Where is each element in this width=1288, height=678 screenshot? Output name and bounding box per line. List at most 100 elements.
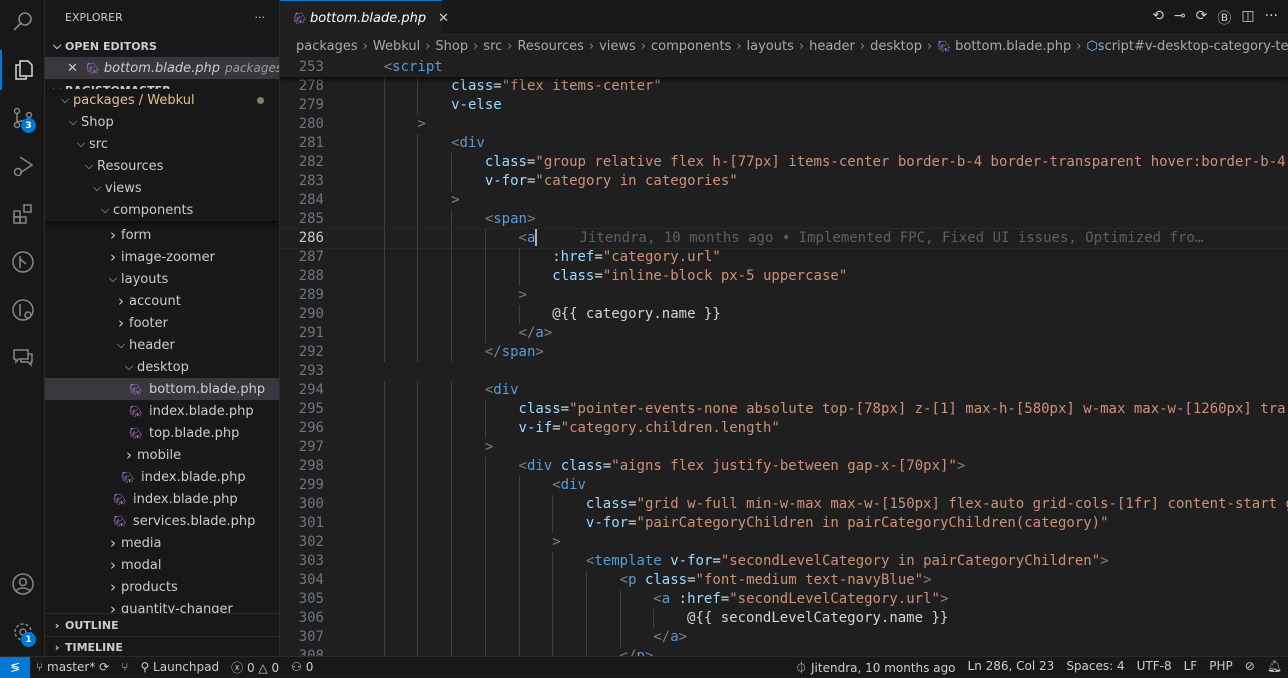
tree-file[interactable]: 🐘︎ services.blade.php xyxy=(45,510,279,532)
tree-folder[interactable]: ⌵ Resources xyxy=(45,155,279,177)
code-line[interactable]: 299 < div xyxy=(280,476,1288,495)
code-line[interactable]: 283 v-for = "category in categories" xyxy=(280,172,1288,191)
indentation[interactable]: Spaces: 4 xyxy=(1060,659,1130,676)
breadcrumb-item[interactable]: Shop xyxy=(435,39,468,54)
tree-folder[interactable]: › products xyxy=(45,576,279,598)
code-line[interactable]: 294 < div xyxy=(280,381,1288,400)
gitlens-commit-icon[interactable]: ⊸ xyxy=(1174,8,1186,28)
run-debug-icon[interactable] xyxy=(0,146,45,186)
tree-folder[interactable]: › footer xyxy=(45,312,279,334)
blame-status[interactable]: ⏀ Jitendra, 10 months ago xyxy=(789,659,961,676)
tree-folder[interactable]: ⌵ packages / Webkul xyxy=(45,89,279,111)
outline-section[interactable]: › OUTLINE xyxy=(45,614,279,636)
gitlens-previous-change-icon[interactable]: ⟲ xyxy=(1152,8,1164,28)
code-line[interactable]: 307 </a > xyxy=(280,628,1288,647)
code-line[interactable]: 291 </a > xyxy=(280,324,1288,343)
tree-folder[interactable]: ⌵ src xyxy=(45,133,279,155)
tree-folder[interactable]: › quantity-changer xyxy=(45,598,279,613)
explorer-icon[interactable] xyxy=(0,50,45,90)
tree-file[interactable]: 🐘︎ top.blade.php xyxy=(45,422,279,444)
breadcrumb-item[interactable]: script#v-desktop-category-template xyxy=(1098,39,1288,54)
tree-folder[interactable]: › modal xyxy=(45,554,279,576)
breadcrumb-item[interactable]: packages xyxy=(296,39,358,54)
extensions-icon[interactable] xyxy=(0,194,45,234)
accounts-icon[interactable] xyxy=(0,564,45,604)
sync-icon[interactable]: ⟳ xyxy=(99,660,109,674)
breadcrumb-item[interactable]: components xyxy=(651,39,731,54)
breadcrumb-item[interactable]: layouts xyxy=(747,39,794,54)
source-control-icon[interactable]: 3 xyxy=(0,98,45,138)
tree-folder[interactable]: ⌵ desktop xyxy=(45,356,279,378)
code-line[interactable]: 253 < script xyxy=(280,58,1288,77)
tree-folder[interactable]: ⌵ Shop xyxy=(45,111,279,133)
tree-folder[interactable]: › account xyxy=(45,290,279,312)
tree-folder[interactable]: ⌵ header xyxy=(45,334,279,356)
remote-indicator-icon[interactable]: ≶ xyxy=(0,656,30,678)
notifications-bell-icon[interactable]: 🔔︎ xyxy=(1261,659,1288,676)
timeline-section[interactable]: › TIMELINE xyxy=(45,636,279,656)
end-of-line[interactable]: LF xyxy=(1178,659,1204,676)
tree-file[interactable]: 🐘︎ index.blade.php xyxy=(45,466,279,488)
code-line[interactable]: 298 < div class = "aigns flex justify-betwee… xyxy=(280,457,1288,476)
copilot-icon[interactable]: ⊘ xyxy=(1239,659,1261,676)
tree-folder[interactable]: ⌵ views xyxy=(45,177,279,199)
code-line[interactable]: 306 @{{ secondLevelCategory.name }} xyxy=(280,609,1288,628)
tree-folder[interactable]: › mobile xyxy=(45,444,279,466)
settings-gear-icon[interactable]: 1 xyxy=(0,612,45,652)
code-line[interactable]: 308 </p > xyxy=(280,647,1288,656)
tree-folder[interactable]: › media xyxy=(45,532,279,554)
comments-icon[interactable] xyxy=(0,338,45,378)
code-line[interactable]: 303 < template v-for = "secondLevelCategory … xyxy=(280,552,1288,571)
code-line[interactable]: 282 class = "group relative flex h-[77px] i… xyxy=(280,153,1288,172)
open-editor-item[interactable]: ✕🐘︎bottom.blade.phppackages... xyxy=(45,57,279,79)
breadcrumb-item[interactable]: src xyxy=(483,39,502,54)
code-line[interactable]: 295 class = "pointer-events-none absolute t… xyxy=(280,400,1288,419)
code-line[interactable]: 292 </span > xyxy=(280,343,1288,362)
code-line[interactable]: 280 > xyxy=(280,115,1288,134)
code-line[interactable]: 305 < a :href = "secondLevelCategory.url" > xyxy=(280,590,1288,609)
problems-button[interactable]: ⓧ 0 △ 0 xyxy=(225,659,285,676)
split-editor-icon[interactable]: ◫ xyxy=(1241,8,1254,28)
code-line[interactable]: 300 class = "grid w-full min-w-max max-w-[1… xyxy=(280,495,1288,514)
breadcrumb-item[interactable]: desktop xyxy=(870,39,922,54)
code-line[interactable]: 288 class = "inline-block px-5 uppercase" xyxy=(280,267,1288,286)
open-editors-section[interactable]: ⌵ OPEN EDITORS xyxy=(45,35,279,57)
more-actions-icon[interactable]: ··· xyxy=(1265,8,1278,28)
tree-folder[interactable]: › image-zoomer xyxy=(45,246,279,268)
code-line[interactable]: 293 xyxy=(280,362,1288,381)
breadcrumb-item[interactable]: bottom.blade.php xyxy=(955,39,1071,54)
tree-folder[interactable]: ⌵ components xyxy=(45,199,279,221)
gitlens-inspect-icon[interactable] xyxy=(0,290,45,330)
close-icon[interactable]: ✕ xyxy=(67,61,78,76)
close-tab-button[interactable]: ✕ xyxy=(438,11,449,26)
code-line[interactable]: 279 v-else xyxy=(280,96,1288,115)
inline-blame[interactable]: Jitendra, 10 months ago • Implemented FP… xyxy=(580,229,1204,248)
breadcrumb-item[interactable]: Webkul xyxy=(373,39,420,54)
code-line[interactable]: 287:href = "category.url" xyxy=(280,248,1288,267)
code-line[interactable]: 278 class = "flex items-center" xyxy=(280,77,1288,96)
code-line[interactable]: 304 < p class = "font-medium text-navyBlue" > xyxy=(280,571,1288,590)
code-line[interactable]: 284 > xyxy=(280,191,1288,210)
code-line[interactable]: 286 < a Jitendra, 10 months ago • Implement… xyxy=(280,228,1288,249)
breadcrumb-item[interactable]: Resources xyxy=(517,39,583,54)
code-line[interactable]: 296 v-if = "category.children.length" xyxy=(280,419,1288,438)
code-editor[interactable]: 253 < script 278 class = "flex items-center" 2… xyxy=(280,58,1288,656)
ports-button[interactable]: ⚇ 0 xyxy=(285,660,319,674)
code-line[interactable]: 285 < span > xyxy=(280,210,1288,229)
branch-button[interactable]: ⑂ master* ⟳ xyxy=(30,660,115,674)
tree-folder[interactable]: ⌵ layouts xyxy=(45,268,279,290)
cursor-position[interactable]: Ln 286, Col 23 xyxy=(962,659,1061,676)
git-graph-icon[interactable] xyxy=(0,242,45,282)
search-icon[interactable] xyxy=(0,2,45,42)
code-line[interactable]: 302 > xyxy=(280,533,1288,552)
code-line[interactable]: 301 v-for = "pairCategoryChildren in pairCa… xyxy=(280,514,1288,533)
tree-folder[interactable]: › form xyxy=(45,224,279,246)
breadcrumb-item[interactable]: views xyxy=(599,39,636,54)
language-mode[interactable]: PHP xyxy=(1203,659,1239,676)
sticky-scroll-line[interactable]: 253 < script xyxy=(280,58,1288,77)
launchpad-button[interactable]: ⚲ Launchpad xyxy=(134,660,225,674)
gitlens-next-change-icon[interactable]: ⟳ xyxy=(1196,8,1208,28)
tree-file[interactable]: 🐘︎ index.blade.php xyxy=(45,400,279,422)
tree-file[interactable]: 🐘︎ bottom.blade.php xyxy=(45,378,279,400)
code-line[interactable]: 289 > xyxy=(280,286,1288,305)
